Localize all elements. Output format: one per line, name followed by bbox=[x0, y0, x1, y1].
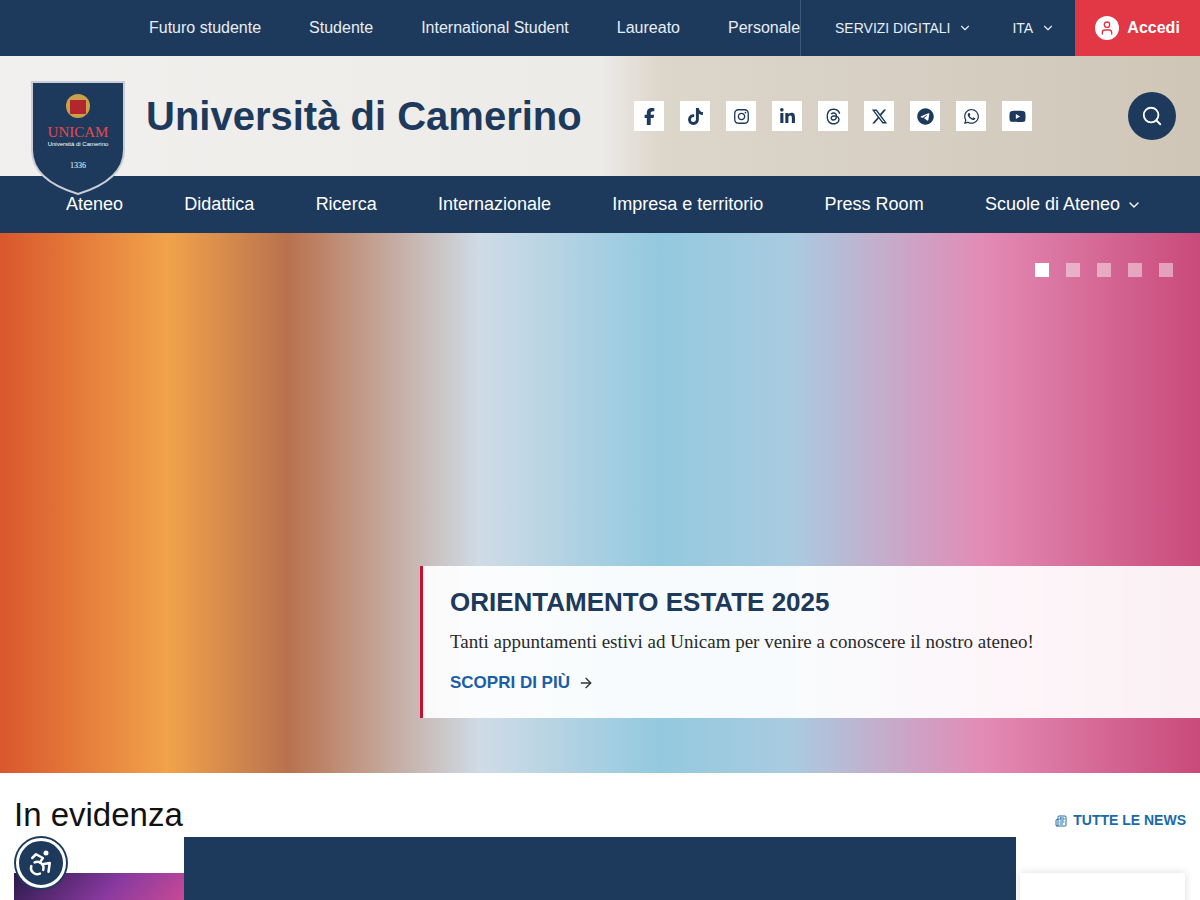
hero-link[interactable]: SCOPRI DI PIÙ bbox=[450, 670, 1184, 696]
login-button[interactable]: Accedi bbox=[1075, 0, 1200, 56]
language-menu[interactable]: ITA bbox=[992, 18, 1075, 39]
slider-dot[interactable] bbox=[1128, 263, 1142, 277]
site-title[interactable]: Università di Camerino bbox=[146, 96, 634, 136]
social-links bbox=[634, 101, 1032, 131]
audience-link[interactable]: Futuro studente bbox=[149, 16, 261, 40]
all-news-link[interactable]: TUTTE LE NEWS bbox=[1055, 810, 1186, 831]
top-bar: Futuro studente Studente International Stu… bbox=[0, 0, 1200, 56]
social-link[interactable] bbox=[726, 101, 756, 131]
social-link[interactable] bbox=[772, 101, 802, 131]
social-link[interactable] bbox=[680, 101, 710, 131]
audience-link[interactable]: Personale bbox=[728, 16, 800, 40]
news-heading: In evidenza bbox=[14, 795, 183, 835]
search-button[interactable] bbox=[1128, 92, 1176, 140]
telegram-icon bbox=[917, 108, 934, 125]
x-icon bbox=[871, 108, 888, 125]
news-cards bbox=[14, 837, 1186, 900]
accessibility-icon bbox=[26, 848, 56, 878]
social-link[interactable] bbox=[818, 101, 848, 131]
social-link[interactable] bbox=[634, 101, 664, 131]
hero-title: ORIENTAMENTO ESTATE 2025 bbox=[450, 586, 1184, 618]
accessibility-button[interactable] bbox=[16, 838, 66, 888]
hero-text: Tanti appuntamenti estivi ad Unicam per … bbox=[450, 630, 1184, 654]
main-nav-item[interactable]: Impresa e territorio bbox=[612, 191, 763, 218]
logo-year: 1336 bbox=[70, 160, 86, 172]
social-link[interactable] bbox=[910, 101, 940, 131]
hero-slider: ORIENTAMENTO ESTATE 2025 Tanti appuntamen… bbox=[0, 233, 1200, 773]
user-icon bbox=[1095, 16, 1119, 40]
logo-text: UNICAMUniversità di Camerino 1336 bbox=[30, 124, 126, 172]
threads-icon bbox=[825, 108, 842, 125]
news-section: In evidenza TUTTE LE NEWS bbox=[0, 773, 1200, 900]
audience-links: Futuro studente Studente International Stu… bbox=[0, 16, 800, 40]
logo-name: UNICAM bbox=[48, 124, 109, 140]
main-nav-item[interactable]: Scuole di Ateneo bbox=[985, 191, 1142, 218]
slider-dot[interactable] bbox=[1097, 263, 1111, 277]
social-link[interactable] bbox=[956, 101, 986, 131]
audience-link[interactable]: International Student bbox=[421, 16, 569, 40]
featured-news-card[interactable] bbox=[184, 837, 1016, 900]
main-nav: Ateneo Didattica Ricerca Internazionale Impr… bbox=[0, 176, 1200, 233]
instagram-icon bbox=[733, 108, 750, 125]
audience-link[interactable]: Laureato bbox=[617, 16, 680, 40]
digital-services-menu[interactable]: SERVIZI DIGITALI bbox=[801, 18, 992, 39]
header: UNICAMUniversità di Camerino1336Universi… bbox=[0, 56, 1200, 176]
news-header: In evidenza TUTTE LE NEWS bbox=[14, 783, 1186, 835]
logo[interactable]: UNICAMUniversità di Camerino 1336 bbox=[30, 80, 126, 196]
news-card[interactable] bbox=[1020, 873, 1185, 900]
hero-caption: ORIENTAMENTO ESTATE 2025 Tanti appuntamen… bbox=[420, 566, 1200, 718]
youtube-icon bbox=[1009, 108, 1026, 125]
linkedin-icon bbox=[779, 108, 796, 125]
main-nav-item[interactable]: Ateneo bbox=[66, 191, 123, 218]
social-link[interactable] bbox=[1002, 101, 1032, 131]
logo-wrapper: UNICAMUniversità di Camerino 1336 bbox=[0, 56, 146, 176]
search-icon bbox=[1141, 105, 1163, 127]
social-link[interactable] bbox=[864, 101, 894, 131]
whatsapp-icon bbox=[963, 108, 980, 125]
slider-dot[interactable] bbox=[1159, 263, 1173, 277]
slider-dot[interactable] bbox=[1066, 263, 1080, 277]
arrow-right-icon bbox=[578, 675, 594, 691]
main-nav-item[interactable]: Internazionale bbox=[438, 191, 551, 218]
slider-dot[interactable] bbox=[1035, 263, 1049, 277]
slider-dots bbox=[1035, 263, 1173, 277]
chevron-down-icon bbox=[958, 21, 972, 35]
main-nav-item[interactable]: Didattica bbox=[184, 191, 254, 218]
tiktok-icon bbox=[687, 108, 704, 125]
chevron-down-icon bbox=[1041, 21, 1055, 35]
page: Futuro studente Studente International Stu… bbox=[0, 0, 1200, 900]
chevron-down-icon bbox=[1126, 197, 1142, 213]
news-icon bbox=[1055, 815, 1067, 827]
audience-link[interactable]: Studente bbox=[309, 16, 373, 40]
logo-subtitle: Università di Camerino bbox=[48, 140, 109, 148]
main-nav-item[interactable]: Press Room bbox=[825, 191, 924, 218]
main-nav-item[interactable]: Ricerca bbox=[316, 191, 377, 218]
facebook-icon bbox=[641, 108, 658, 125]
